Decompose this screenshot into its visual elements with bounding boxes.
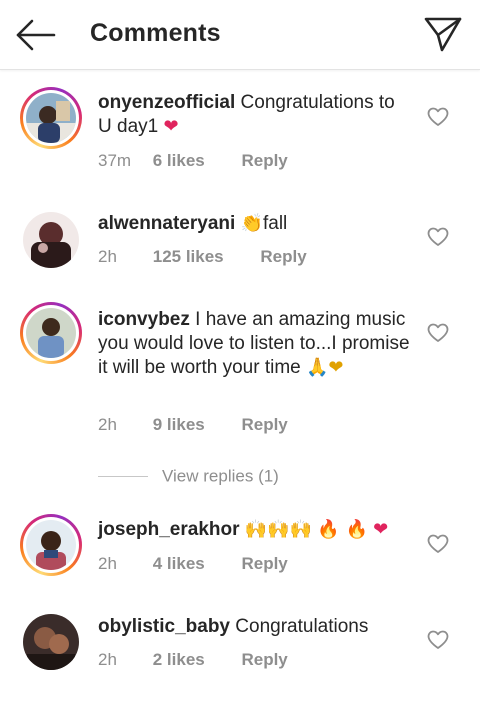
heart-outline-icon[interactable] (427, 323, 449, 343)
comment-body: Congratulations (230, 616, 369, 637)
reply-button[interactable]: Reply (260, 247, 306, 267)
comment-username[interactable]: alwennateryani (98, 213, 235, 234)
comment-text: joseph_erakhor 🙌🙌🙌 🔥 🔥 ❤ (98, 518, 410, 542)
avatar-image (26, 308, 76, 358)
comment-username[interactable]: joseph_erakhor (98, 519, 240, 540)
heart-emoji: ❤ (163, 116, 179, 137)
replies-divider (98, 476, 148, 478)
fire-emoji: 🔥 🔥 (317, 519, 368, 540)
arrow-left-icon (16, 19, 56, 51)
avatar-image (23, 212, 79, 268)
heart-outline-icon[interactable] (427, 630, 449, 650)
back-button[interactable] (14, 18, 58, 52)
comment-username[interactable]: onyenzeofficial (98, 92, 235, 113)
avatar[interactable] (20, 302, 82, 364)
paper-plane-icon (424, 17, 462, 52)
comment-likes[interactable]: 125 likes (153, 247, 224, 267)
view-replies-label: View replies (1) (162, 466, 279, 486)
avatar[interactable] (20, 514, 82, 576)
heart-emoji: ❤ (373, 519, 389, 540)
pray-heart-emoji: 🙏❤ (306, 357, 344, 378)
comment-time: 37m (98, 151, 132, 170)
comment-time: 2h (98, 650, 117, 669)
comment-body: fall (262, 213, 288, 234)
comment-likes[interactable]: 6 likes (153, 151, 205, 171)
reply-button[interactable]: Reply (241, 151, 287, 171)
comment-text: obylistic_baby Congratulations (98, 615, 410, 639)
comment-meta: 37m 6 likes Reply (98, 151, 288, 171)
avatar-image (26, 93, 76, 143)
comment-meta: 2h 4 likes Reply (98, 554, 288, 574)
avatar[interactable] (20, 87, 82, 149)
view-replies-button[interactable]: View replies (1) (98, 466, 279, 488)
reply-button[interactable]: Reply (241, 650, 287, 670)
comment-meta: 2h 9 likes Reply (98, 415, 288, 435)
heart-outline-icon[interactable] (427, 534, 449, 554)
avatar[interactable] (23, 614, 79, 670)
comment-likes[interactable]: 4 likes (153, 554, 205, 574)
comment-time: 2h (98, 247, 117, 266)
reply-button[interactable]: Reply (241, 554, 287, 574)
comment-likes[interactable]: 2 likes (153, 650, 205, 670)
comment-text: onyenzeofficial Congratulations to U day… (98, 91, 410, 139)
clapping-emoji: 👏 (240, 213, 263, 234)
avatar-image (23, 614, 79, 670)
raised-hands-emoji: 🙌🙌🙌 (244, 519, 313, 540)
comment-likes[interactable]: 9 likes (153, 415, 205, 435)
comment-meta: 2h 125 likes Reply (98, 247, 307, 267)
heart-outline-icon[interactable] (427, 107, 449, 127)
header-bar: Comments (0, 0, 480, 70)
comment-text: alwennateryani 👏fall (98, 212, 410, 236)
comment-username[interactable]: obylistic_baby (98, 616, 230, 637)
reply-button[interactable]: Reply (241, 415, 287, 435)
share-button[interactable] (422, 14, 464, 54)
avatar-image (26, 520, 76, 570)
page-title: Comments (90, 19, 221, 47)
comment-time: 2h (98, 554, 117, 573)
heart-outline-icon[interactable] (427, 227, 449, 247)
comment-meta: 2h 2 likes Reply (98, 650, 288, 670)
avatar[interactable] (23, 212, 79, 268)
comment-time: 2h (98, 415, 117, 434)
comment-text: iconvybez I have an amazing music you wo… (98, 308, 410, 380)
comment-username[interactable]: iconvybez (98, 309, 190, 330)
